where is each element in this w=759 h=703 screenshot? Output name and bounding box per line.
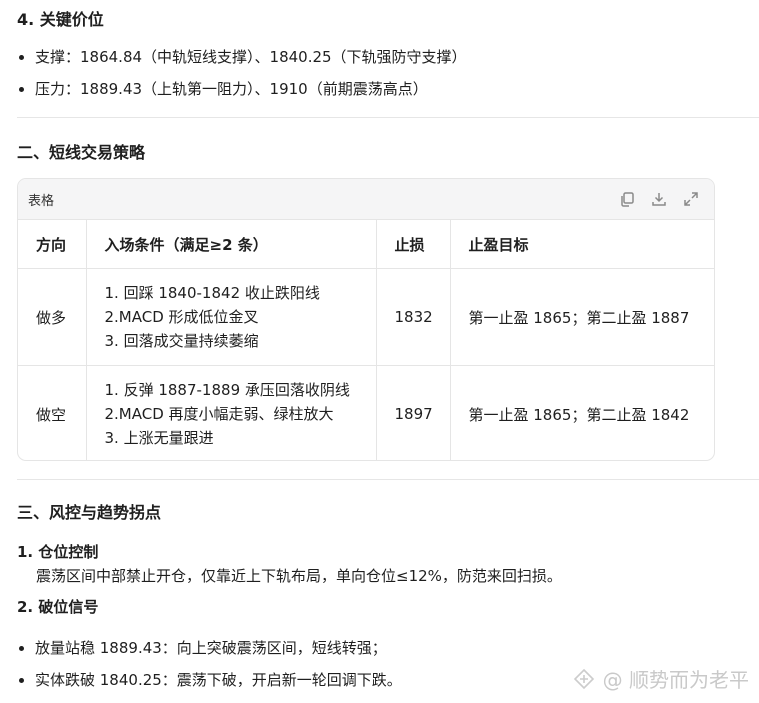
cell-direction: 做空 bbox=[18, 365, 87, 460]
position-control-title: 1. 仓位控制 bbox=[17, 543, 99, 561]
key-levels-heading: 4. 关键价位 bbox=[17, 10, 104, 29]
risk-list: 1. 仓位控制 震荡区间中部禁止开仓，仅靠近上下轨布局，单向仓位≤12%，防范来… bbox=[17, 541, 562, 618]
key-levels-list: 支撑：1864.84（中轨短线支撑）、1840.25（下轨强防守支撑） 压力：1… bbox=[17, 41, 467, 105]
watermark-logo-icon bbox=[573, 668, 595, 690]
cell-stop-loss: 1832 bbox=[376, 268, 451, 366]
list-item: 压力：1889.43（上轨第一阻力）、1910（前期震荡高点） bbox=[17, 73, 467, 105]
condition-line: 3. 上涨无量跟进 bbox=[104, 429, 214, 447]
table-row: 做空 1. 反弹 1887-1889 承压回落收阴线 2.MACD 再度小幅走弱… bbox=[18, 365, 714, 460]
strategy-heading: 二、短线交易策略 bbox=[17, 143, 146, 162]
copy-icon[interactable] bbox=[618, 190, 636, 208]
header-stop-loss: 止损 bbox=[376, 220, 451, 269]
position-control-desc: 震荡区间中部禁止开仓，仅靠近上下轨布局，单向仓位≤12%，防范来回扫损。 bbox=[36, 567, 562, 585]
section-divider bbox=[17, 479, 759, 480]
condition-line: 3. 回落成交量持续萎缩 bbox=[104, 332, 259, 350]
watermark-text: @ 顺势而为老平 bbox=[602, 668, 749, 692]
cell-conditions: 1. 反弹 1887-1889 承压回落收阴线 2.MACD 再度小幅走弱、绿柱… bbox=[86, 365, 377, 460]
table-tools bbox=[618, 190, 700, 208]
cell-take-profit: 第一止盈 1865；第二止盈 1842 bbox=[468, 405, 690, 424]
strategy-table-card: 表格 方向 入场条件（满足≥2 条） 止损 止盈目标 做多 1. 回踩 1840… bbox=[17, 178, 715, 461]
risk-heading: 三、风控与趋势拐点 bbox=[17, 503, 162, 522]
strategy-table: 方向 入场条件（满足≥2 条） 止损 止盈目标 做多 1. 回踩 1840-18… bbox=[18, 220, 714, 460]
condition-line: 2.MACD 形成低位金叉 bbox=[104, 308, 259, 326]
download-icon[interactable] bbox=[650, 190, 668, 208]
document-page: 4. 关键价位 支撑：1864.84（中轨短线支撑）、1840.25（下轨强防守… bbox=[0, 0, 759, 703]
cell-conditions: 1. 回踩 1840-1842 收止跌阳线 2.MACD 形成低位金叉 3. 回… bbox=[86, 268, 377, 366]
cell-take-profit: 第一止盈 1865；第二止盈 1887 bbox=[450, 268, 714, 366]
list-item: 支撑：1864.84（中轨短线支撑）、1840.25（下轨强防守支撑） bbox=[17, 41, 467, 73]
condition-line: 1. 反弹 1887-1889 承压回落收阴线 bbox=[104, 381, 350, 399]
cell-stop-loss: 1897 bbox=[376, 365, 451, 460]
header-take-profit: 止盈目标 bbox=[450, 220, 714, 269]
list-item: 实体跌破 1840.25：震荡下破，开启新一轮回调下跌。 bbox=[17, 664, 402, 696]
condition-line: 1. 回踩 1840-1842 收止跌阳线 bbox=[104, 284, 320, 302]
condition-line: 2.MACD 再度小幅走弱、绿柱放大 bbox=[104, 405, 334, 423]
cell-direction: 做多 bbox=[18, 268, 87, 366]
expand-icon[interactable] bbox=[682, 190, 700, 208]
table-card-header: 表格 bbox=[18, 179, 714, 220]
watermark: @ 顺势而为老平 bbox=[573, 664, 749, 693]
table-header-row: 方向 入场条件（满足≥2 条） 止损 止盈目标 bbox=[18, 220, 714, 269]
table-row: 做多 1. 回踩 1840-1842 收止跌阳线 2.MACD 形成低位金叉 3… bbox=[18, 268, 714, 366]
section-divider bbox=[17, 117, 759, 118]
list-item: 放量站稳 1889.43：向上突破震荡区间，短线转强； bbox=[17, 632, 402, 664]
signal-list: 放量站稳 1889.43：向上突破震荡区间，短线转强； 实体跌破 1840.25… bbox=[17, 632, 402, 696]
breakout-signal-title: 2. 破位信号 bbox=[17, 598, 99, 616]
header-entry-conditions: 入场条件（满足≥2 条） bbox=[86, 220, 377, 269]
header-direction: 方向 bbox=[18, 220, 87, 269]
table-card-title: 表格 bbox=[28, 194, 55, 209]
